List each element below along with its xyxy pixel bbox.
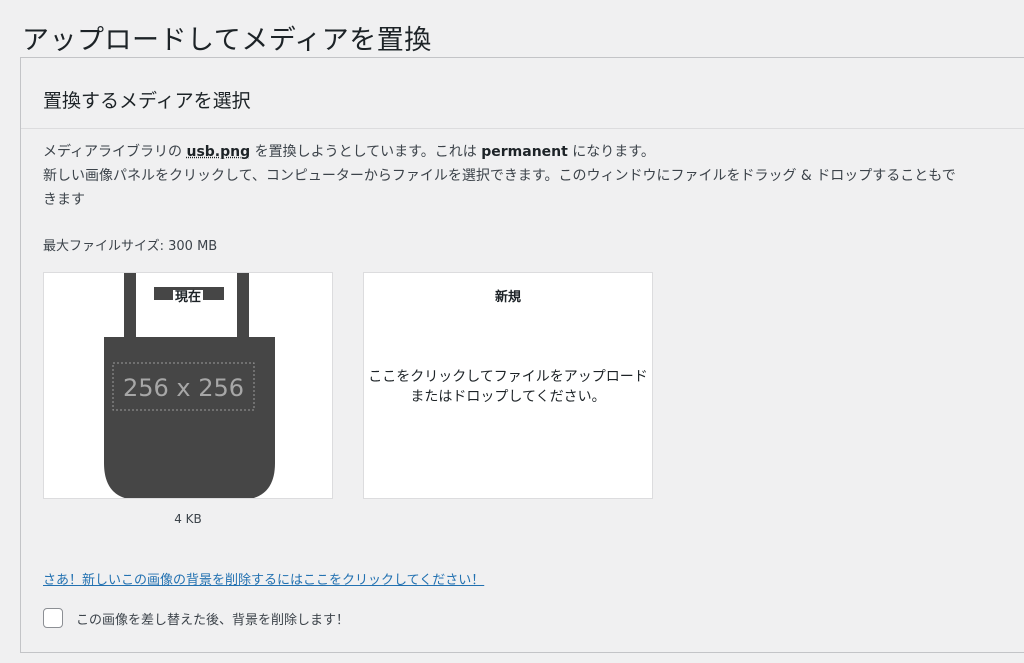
placeholder-dimensions: 256 x 256 xyxy=(123,374,244,402)
instructions-text: メディアライブラリの usb.png を置換しようとしています。これは perm… xyxy=(43,140,963,212)
page-title: アップロードしてメディアを置換 xyxy=(22,25,432,56)
remove-background-checkbox[interactable] xyxy=(43,608,63,628)
current-label-text: 現在 xyxy=(172,290,203,305)
replace-media-panel: 置換するメディアを選択 メディアライブラリの usb.png を置換しようとして… xyxy=(20,57,1024,653)
bag-icon: 256 x 256 xyxy=(104,273,275,498)
new-image-dropzone[interactable]: 新規 ここをクリックしてファイルをアップロードまたはドロップしてください。 xyxy=(363,272,653,499)
desc-part1: メディアライブラリの xyxy=(43,144,187,160)
current-label: 現在 xyxy=(44,286,332,305)
desc-part3: になります。 xyxy=(567,144,655,160)
current-filename: usb.png xyxy=(186,144,251,160)
new-label: 新規 xyxy=(494,290,521,305)
desc-line2: 新しい画像パネルをクリックして、コンピューターからファイルを選択できます。このウ… xyxy=(43,168,956,208)
section-title: 置換するメディアを選択 xyxy=(43,90,251,112)
remove-background-option: この画像を差し替えた後、背景を削除します！ xyxy=(43,608,349,628)
upload-instructions: ここをクリックしてファイルをアップロードまたはドロップしてください。 xyxy=(368,369,648,405)
current-file-size: 4 KB xyxy=(174,512,202,526)
max-file-size: 最大ファイルサイズ: 300 MB xyxy=(43,239,218,254)
permanent-label: permanent xyxy=(481,144,568,160)
section-divider xyxy=(21,128,1024,129)
remove-background-label: この画像を差し替えた後、背景を削除します！ xyxy=(76,612,350,628)
current-image-panel: 256 x 256 現在 xyxy=(43,272,333,499)
desc-part2: を置換しようとしています。これは xyxy=(250,144,482,160)
remove-background-link[interactable]: さあ！新しいこの画像の背景を削除するにはここをクリックしてください！ xyxy=(43,569,484,588)
